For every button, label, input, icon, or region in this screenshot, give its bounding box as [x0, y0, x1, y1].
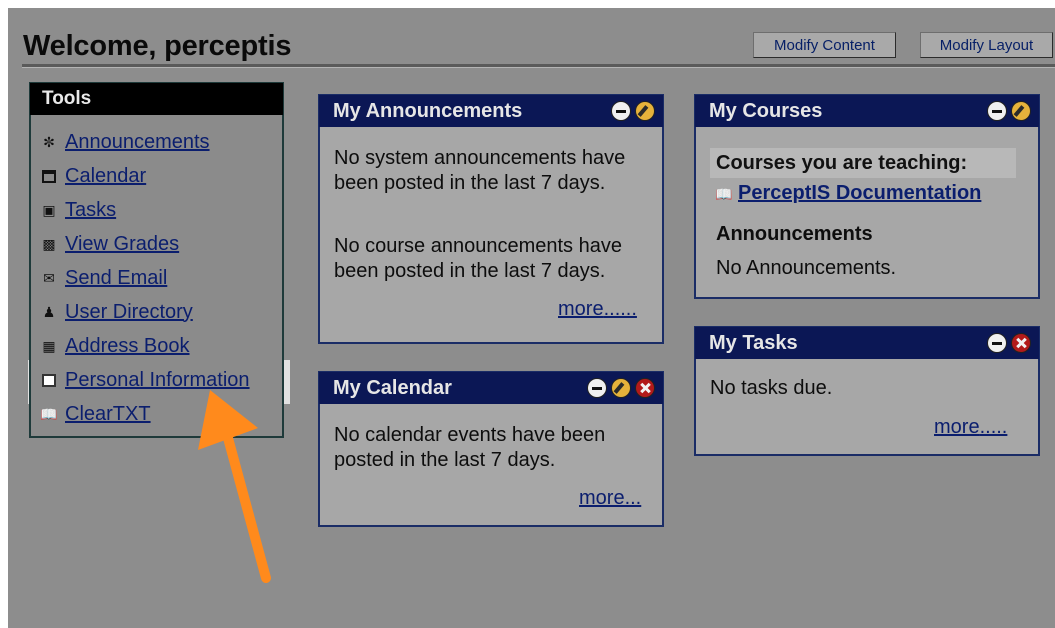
header-divider — [22, 64, 1055, 68]
courses-title: My Courses — [709, 100, 823, 122]
tasks-icon: ▣ — [42, 202, 56, 218]
course-name: PerceptIS Documentation — [738, 182, 982, 204]
more-dots: ...... — [603, 298, 637, 320]
book-icon: 📖 — [40, 406, 58, 422]
courses-header: My Courses — [695, 95, 1039, 127]
tools-title: Tools — [30, 83, 283, 115]
course-announcements-heading: Announcements — [716, 223, 873, 245]
portal-page: Welcome, perceptis Modify Content Modify… — [8, 8, 1055, 628]
courses-teaching-label: Courses you are teaching: — [710, 148, 1016, 178]
calendar-icon — [41, 168, 57, 184]
page-title: Welcome, perceptis — [23, 30, 292, 62]
modify-layout-button[interactable]: Modify Layout — [920, 32, 1053, 58]
minimize-icon[interactable] — [987, 333, 1007, 353]
course-announcements-text: No Announcements. — [716, 257, 897, 279]
tool-item-address-book[interactable]: ▦ Address Book — [41, 332, 190, 360]
tool-item-calendar[interactable]: Calendar — [41, 162, 146, 190]
course-link-perceptis-documentation[interactable]: 📖 PerceptIS Documentation — [715, 182, 982, 205]
announcements-more-link[interactable]: more...... — [558, 298, 637, 321]
more-dots: ..... — [979, 416, 1008, 438]
edit-icon[interactable] — [635, 101, 655, 121]
book-icon: 📖 — [715, 185, 733, 202]
calendar-title: My Calendar — [333, 377, 452, 399]
modify-content-button[interactable]: Modify Content — [753, 32, 896, 58]
calendar-header: My Calendar — [319, 372, 663, 404]
tool-item-tasks[interactable]: ▣ Tasks — [41, 196, 116, 224]
courses-module: My Courses Courses you are teaching: 📖 P… — [694, 94, 1040, 299]
close-icon[interactable] — [1011, 333, 1031, 353]
close-icon[interactable] — [635, 378, 655, 398]
email-icon: ✉ — [43, 270, 55, 286]
tasks-module: My Tasks No tasks due. more..... — [694, 326, 1040, 456]
tool-item-cleartxt[interactable]: 📖 ClearTXT — [40, 400, 151, 428]
tool-item-view-grades[interactable]: ▩ View Grades — [41, 230, 179, 258]
tool-item-user-directory[interactable]: ♟ User Directory — [41, 298, 193, 326]
more-label: more — [558, 298, 604, 320]
tool-label: Announcements — [65, 130, 210, 153]
minimize-icon[interactable] — [987, 101, 1007, 121]
tool-item-send-email[interactable]: ✉ Send Email — [41, 264, 167, 292]
tool-item-announcements[interactable]: ✼ Announcements — [41, 128, 210, 156]
pointer-arrow-icon — [198, 390, 271, 583]
user-directory-icon: ♟ — [42, 304, 56, 320]
grades-icon: ▩ — [42, 236, 56, 252]
system-announcements-text: No system announcements have been posted… — [334, 147, 626, 194]
minimize-icon[interactable] — [587, 378, 607, 398]
tool-label: Calendar — [65, 164, 147, 187]
personal-information-icon — [41, 372, 57, 388]
tasks-header: My Tasks — [695, 327, 1039, 359]
more-label: more — [934, 416, 980, 438]
tasks-more-link[interactable]: more..... — [934, 416, 1007, 439]
tasks-title: My Tasks — [709, 332, 798, 354]
tool-label: View Grades — [65, 232, 180, 255]
calendar-module: My Calendar No calendar events have been… — [318, 371, 664, 527]
course-announcements-text: No course announcements have been posted… — [334, 235, 622, 282]
minimize-icon[interactable] — [611, 101, 631, 121]
address-book-icon: ▦ — [42, 338, 56, 354]
announcements-title: My Announcements — [333, 100, 523, 122]
tasks-text: No tasks due. — [710, 377, 833, 399]
edit-icon[interactable] — [611, 378, 631, 398]
tool-label: ClearTXT — [65, 402, 151, 425]
tool-label: Tasks — [65, 198, 117, 221]
announcements-module: My Announcements No system announcements… — [318, 94, 664, 344]
edit-icon[interactable] — [1011, 101, 1031, 121]
tool-label: Address Book — [65, 334, 190, 357]
announcement-icon: ✼ — [43, 134, 55, 150]
announcements-header: My Announcements — [319, 95, 663, 127]
tools-panel: Tools ✼ Announcements Calendar ▣ Tasks ▩… — [29, 82, 284, 438]
calendar-text: No calendar events have been posted in t… — [334, 424, 606, 471]
tool-label: Send Email — [65, 266, 168, 289]
tool-label: User Directory — [65, 300, 193, 323]
calendar-more-link[interactable]: more... — [579, 487, 641, 510]
